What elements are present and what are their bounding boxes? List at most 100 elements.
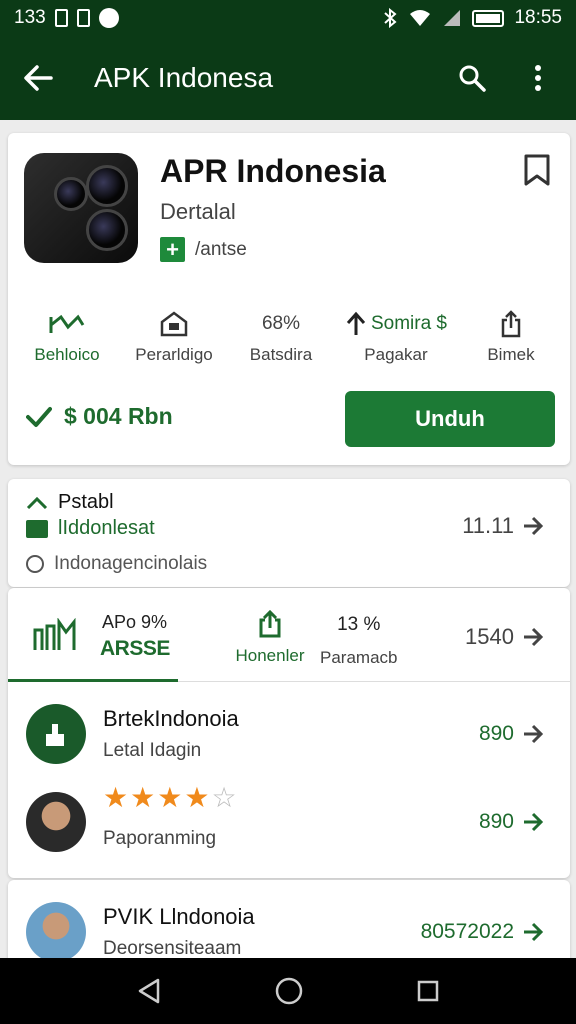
bookmark-icon[interactable] [522,153,552,192]
stat-item: Bimek [468,309,554,365]
upload-arrow-icon [346,311,366,335]
list-item-value-text: 890 [478,810,514,833]
stat-value: Somira $ [370,313,447,334]
share-icon [501,310,521,338]
tab-overview[interactable]: APo 9% ARSSE [8,588,178,682]
bluetooth-icon [384,8,397,28]
info-line: lIddonlesat [26,517,155,540]
list-item[interactable]: ★ ★ ★ ★ ☆ Paporanming 890 [8,784,570,864]
info-subtitle: lIddonlesat [58,517,155,539]
stat-item: Behloico [24,309,110,365]
app-name: APR Indonesia [160,153,386,189]
tab-paramacb[interactable]: 13 % Paramacb [320,614,397,668]
plus-icon: + [160,237,185,262]
app-avatar [26,704,86,764]
app-badge-text: /antse [195,238,247,260]
tab-honenler[interactable]: Honenler [222,610,318,666]
rating-stars: ★ ★ ★ ★ ☆ [103,784,237,812]
sim-icon [54,9,68,27]
arrow-right-icon [524,922,544,942]
stat-label: Pagakar [364,345,428,364]
arrow-right-icon [524,812,544,832]
app-stats: Behloico Perarldigo 68% Batsdira Somira … [24,309,554,365]
stat-label: Behloico [34,345,100,364]
trend-icon [49,314,85,333]
tab-count[interactable]: 1540 [465,624,544,650]
app-toolbar: APK Indonesa [0,36,576,120]
info-value[interactable]: 11.11 [462,513,544,539]
radio-icon [26,555,44,573]
info-line: Pstabl [26,491,114,514]
tab-overview-line1: APo 9% [102,612,168,632]
back-arrow-icon[interactable] [18,58,58,98]
stat-item: 68% Batsdira [238,309,324,365]
info-card[interactable]: Pstabl lIddonlesat Indonagencinolais 11.… [8,479,570,587]
avatar [26,792,86,852]
ratings-card: APo 9% ARSSE Honenler 13 % Paramacb 1540… [8,588,570,878]
list-item-value: 890 [479,810,544,834]
tab-paramacb-value: 13 % [337,614,381,635]
more-options-icon[interactable] [518,58,558,98]
page-title: APK Indonesa [94,62,274,93]
notification-icon [98,8,119,28]
app-developer[interactable]: Dertalal [160,199,236,225]
back-nav-icon[interactable] [136,977,162,1005]
star-empty-icon: ☆ [211,782,237,813]
tab-honenler-label: Honenler [235,646,305,665]
battery-icon [472,9,505,27]
chart-icon [33,618,76,650]
camera-lens-icon [86,209,128,251]
image-icon [76,9,90,27]
badge-icon [26,519,48,538]
list-item[interactable]: BrtekIndonoia Letal Idagin 890 [8,696,570,776]
download-button[interactable]: Unduh [345,391,555,447]
status-time: 18:55 [514,7,562,28]
list-item-sub: Letal Idagin [103,740,202,761]
status-bar: 133 18:55 [0,0,576,36]
price-text: $ 004 Rbn [64,403,173,429]
search-icon[interactable] [452,58,492,98]
star-filled-icon: ★ [184,782,210,813]
arrow-right-icon [524,627,544,647]
app-icon [24,153,138,263]
signal-icon [444,10,461,26]
stat-item: Somira $ Pagakar [345,309,447,365]
upload-icon [259,610,281,638]
check-icon [26,406,52,427]
list-item-value-text: 890 [478,722,514,745]
tab-count-text: 1540 [465,624,514,649]
status-left-text: 133 [14,7,46,28]
stat-label: Bimek [487,345,535,364]
stat-value: 68% [261,313,300,334]
chevron-up-icon [26,496,48,509]
tab-bar: APo 9% ARSSE Honenler 13 % Paramacb 1540 [8,588,570,682]
star-filled-icon: ★ [157,782,183,813]
star-filled-icon: ★ [103,782,129,813]
system-nav-bar [0,958,576,1024]
stat-label: Batsdira [249,345,313,364]
star-filled-icon: ★ [130,782,156,813]
list-item-name: PVIK Llndonoia [103,904,255,929]
camera-lens-icon [86,165,128,207]
arrow-right-icon [524,724,544,744]
stat-item: Perarldigo [131,309,217,365]
arrow-right-icon [524,516,544,536]
home-icon [160,311,188,337]
recents-nav-icon[interactable] [416,979,440,1003]
avatar [26,902,86,962]
tab-paramacb-label: Paramacb [320,648,398,667]
price-row: $ 004 Rbn [26,403,173,430]
info-detail: Indonagencinolais [54,553,208,574]
list-card[interactable]: PVIK Llndonoia Deorsensiteaam 80572022 [8,880,570,970]
thumbs-up-icon [46,724,64,746]
info-value-text: 11.11 [462,513,514,538]
list-item-value-text: 80572022 [420,920,514,943]
home-nav-icon[interactable] [274,976,304,1006]
list-item-sub: Deorsensiteaam [103,938,242,959]
wifi-icon [410,10,431,26]
list-item-value: 80572022 [421,920,544,944]
list-item-sub: Paporanming [103,828,217,849]
tab-overview-line2: ARSSE [100,637,170,660]
list-item-name: BrtekIndonoia [103,706,239,731]
list-item-value: 890 [479,722,544,746]
